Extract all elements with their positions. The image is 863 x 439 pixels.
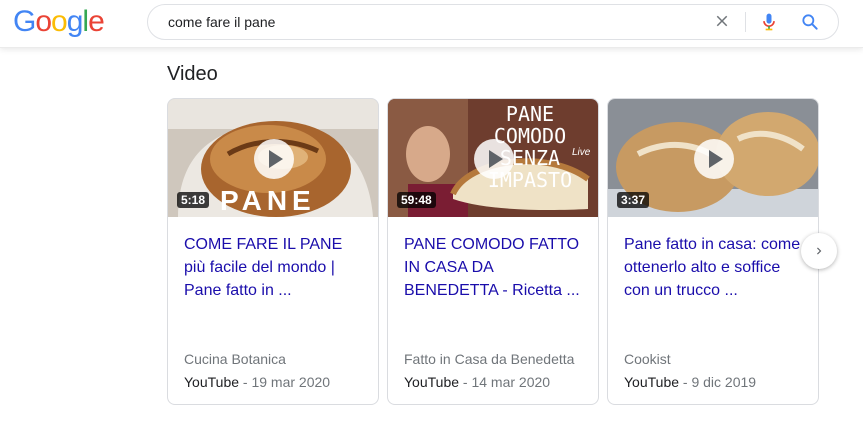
video-card[interactable]: 3:37 Pane fatto in casa: come ottenerlo … [607,98,819,405]
publish-date: - 14 mar 2020 [459,374,551,390]
video-thumbnail[interactable]: 3:37 [608,99,818,217]
video-meta: YouTube - 14 mar 2020 [404,374,550,390]
video-duration: 3:37 [617,192,650,208]
search-box[interactable]: come fare il pane [147,4,839,40]
logo-letter: o [35,5,52,38]
video-title-link[interactable]: Pane fatto in casa: come ottenerlo alto … [624,233,804,302]
video-thumbnail[interactable]: PANE COMODO SENZA IMPASTO Live 59:48 [388,99,598,217]
publish-date: - 9 dic 2019 [679,374,757,390]
publish-date: - 19 mar 2020 [239,374,331,390]
search-header: Google come fare il pane [0,0,863,48]
section-title: Video [167,63,218,85]
video-meta: YouTube - 9 dic 2019 [624,374,756,390]
channel-name: Cookist [624,351,671,367]
video-duration: 5:18 [177,192,210,208]
video-duration: 59:48 [397,192,436,208]
search-divider [745,12,746,32]
microphone-icon[interactable] [759,11,779,33]
source-name: YouTube [184,374,240,390]
source-name: YouTube [404,374,460,390]
play-icon[interactable] [694,139,734,179]
carousel-next-button[interactable] [801,233,837,269]
live-label: Live [572,147,591,158]
video-card[interactable]: PANE COMODO SENZA IMPASTO Live 59:48 PAN… [387,98,599,405]
video-card[interactable]: PANE 5:18 COME FARE IL PANE più facile d… [167,98,379,405]
video-thumbnail[interactable]: PANE 5:18 [168,99,378,217]
google-logo[interactable]: Google [13,4,105,40]
source-name: YouTube [624,374,680,390]
search-input[interactable]: come fare il pane [168,14,275,30]
chevron-right-icon [817,247,822,255]
video-title-link[interactable]: PANE COMODO FATTO IN CASA DA BENEDETTA -… [404,233,584,302]
channel-name: Cucina Botanica [184,351,286,367]
logo-letter: o [51,5,68,38]
search-icon[interactable] [800,12,820,32]
logo-letter: e [88,5,105,38]
video-title-link[interactable]: COME FARE IL PANE più facile del mondo |… [184,233,364,302]
channel-name: Fatto in Casa da Benedetta [404,351,575,367]
play-icon[interactable] [474,139,514,179]
logo-letter: G [13,5,36,38]
video-meta: YouTube - 19 mar 2020 [184,374,330,390]
play-icon[interactable] [254,139,294,179]
logo-letter: g [66,5,84,38]
thumbnail-overlay-text: PANE [220,185,316,216]
close-icon[interactable] [713,12,731,30]
